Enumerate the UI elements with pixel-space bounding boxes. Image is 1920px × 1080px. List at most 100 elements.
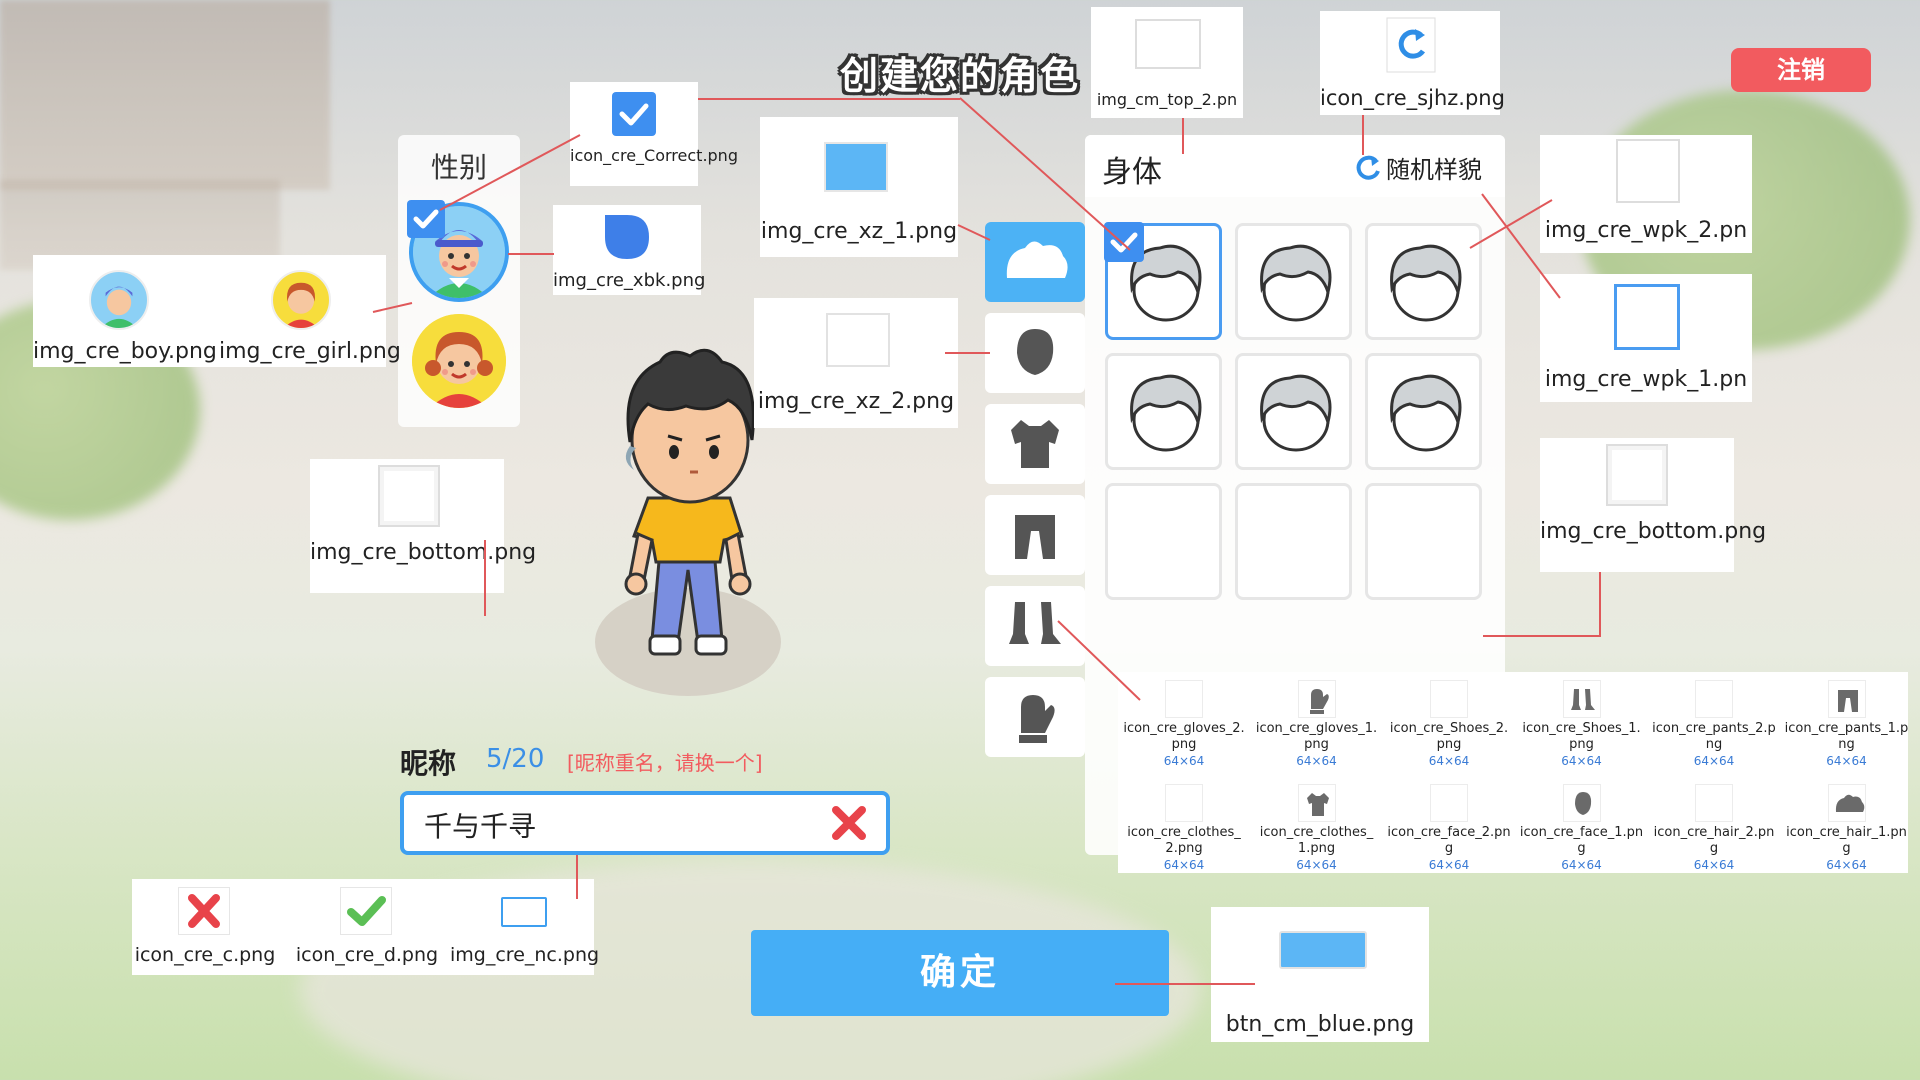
annotation-line	[484, 540, 486, 616]
hair-option-5[interactable]	[1235, 353, 1352, 470]
background-building	[0, 0, 330, 190]
annotation-line	[698, 98, 960, 100]
tab-face[interactable]	[985, 313, 1085, 393]
input-frame-icon	[501, 897, 547, 927]
icon-asset-item: icon_cre_hair_1.png 64×64	[1781, 784, 1913, 873]
annotation-line	[576, 855, 578, 899]
tab-pants[interactable]	[985, 495, 1085, 575]
annotation-card: icon_cre_c.png icon_cre_d.png img_cre_nc…	[132, 879, 600, 975]
girl-avatar-icon	[412, 314, 506, 408]
icon-asset-item: icon_cre_Shoes_1.png 64×64	[1516, 680, 1648, 769]
hair-option-3[interactable]	[1365, 223, 1482, 340]
annotation-filename: btn_cm_blue.png	[1225, 1012, 1415, 1037]
annotation-filename: img_cm_top_2.pn	[1096, 90, 1238, 109]
annotation-card: img_cre_bottom.png	[1540, 438, 1766, 572]
hair-option-4[interactable]	[1105, 353, 1222, 470]
clothes-icon	[1011, 420, 1059, 468]
annotation-line	[1362, 115, 1364, 155]
annotation-line	[1182, 118, 1184, 154]
selected-frame-icon	[1614, 284, 1680, 350]
confirm-button[interactable]: 确定	[751, 930, 1169, 1016]
annotation-card: img_cre_xz_2.png	[754, 298, 958, 428]
tab-gloves[interactable]	[985, 677, 1085, 757]
tab-shoes[interactable]	[985, 586, 1085, 666]
icon-asset-filename: icon_cre_gloves_1.png	[1255, 721, 1378, 752]
shoes-icon	[1009, 602, 1061, 644]
boy-avatar-icon	[89, 270, 149, 330]
icon-asset-size: 64×64	[1296, 858, 1337, 872]
icon-asset-item: icon_cre_clothes_1.png 64×64	[1251, 784, 1383, 873]
annotation-filename: img_cre_girl.png	[219, 339, 401, 364]
gloves-icon	[1297, 680, 1336, 718]
icon-asset-item: icon_cre_Shoes_2.png 64×64	[1383, 680, 1515, 769]
annotation-filename: icon_cre_d.png	[295, 944, 439, 966]
shoes-icon	[1562, 680, 1601, 718]
check-icon	[1110, 232, 1138, 253]
selected-check-badge	[1104, 222, 1144, 262]
pants-outline-icon	[1695, 680, 1733, 718]
hair-style-icon	[1390, 244, 1462, 322]
clothes-outline-icon	[1165, 784, 1203, 822]
icon-asset-filename: icon_cre_Shoes_1.png	[1522, 721, 1641, 752]
icon-asset-item: icon_cre_pants_1.png 64×64	[1781, 680, 1913, 769]
check-icon	[340, 887, 392, 935]
icon-asset-filename: icon_cre_clothes_1.png	[1259, 825, 1374, 856]
nickname-char-count: 5/20	[486, 744, 545, 774]
blob-shape-icon	[605, 215, 649, 259]
annotation-filename: img_cre_wpk_1.pn	[1544, 367, 1748, 392]
hair-icon	[1006, 241, 1068, 278]
button-background-icon	[1279, 931, 1367, 969]
tab-selected-background-icon	[824, 142, 888, 192]
face-outline-icon	[1430, 784, 1468, 822]
hair-option-empty[interactable]	[1365, 483, 1482, 600]
body-panel-title: 身体	[1102, 155, 1162, 190]
selected-check-badge	[407, 200, 445, 238]
icon-asset-size: 64×64	[1296, 754, 1337, 768]
annotation-filename: icon_cre_Correct.png	[570, 146, 738, 165]
icon-asset-filename: icon_cre_clothes_2.png	[1127, 825, 1241, 856]
image-placeholder-icon	[378, 465, 440, 527]
annotation-filename: img_cre_xbk.png	[553, 270, 706, 291]
annotation-filename: img_cre_wpk_2.pn	[1544, 218, 1748, 243]
random-look-label: 随机样貌	[1386, 156, 1482, 184]
refresh-icon	[1356, 155, 1380, 180]
annotation-filename: img_cre_nc.png	[450, 944, 600, 966]
icon-asset-size: 64×64	[1428, 858, 1470, 872]
tab-clothes[interactable]	[985, 404, 1085, 484]
check-icon	[612, 92, 656, 136]
hair-option-2[interactable]	[1235, 223, 1352, 340]
nickname-input-value: 千与千寻	[424, 810, 537, 843]
tab-hair[interactable]	[985, 222, 1085, 302]
hair-option-empty[interactable]	[1105, 483, 1222, 600]
icon-asset-item: icon_cre_gloves_2.png 64×64	[1118, 680, 1250, 769]
clothes-icon	[1297, 784, 1336, 822]
image-placeholder-icon	[826, 313, 890, 367]
icon-asset-item: icon_cre_hair_2.png 64×64	[1648, 784, 1780, 873]
logout-button[interactable]: 注销	[1731, 48, 1871, 92]
close-icon	[178, 887, 230, 935]
gender-girl-option[interactable]	[412, 314, 506, 408]
hair-style-icon	[1260, 244, 1332, 322]
icon-asset-filename: icon_cre_hair_1.png	[1786, 825, 1907, 856]
face-icon	[1017, 329, 1054, 375]
hair-style-icon	[1390, 374, 1462, 452]
annotation-card: img_cre_wpk_1.pn	[1540, 274, 1752, 402]
icon-asset-size: 64×64	[1428, 754, 1470, 768]
hair-style-icon	[1130, 374, 1202, 452]
hair-outline-icon	[1695, 784, 1733, 822]
icon-asset-size: 64×64	[1163, 858, 1205, 872]
nickname-duplicate-warning: [昵称重名，请换一个]	[567, 751, 763, 775]
icon-asset-filename: icon_cre_Shoes_2.png	[1389, 721, 1509, 752]
icon-asset-size: 64×64	[1163, 754, 1205, 768]
annotation-line	[1599, 572, 1601, 637]
icon-asset-filename: icon_cre_pants_2.png	[1652, 721, 1776, 752]
annotation-filename: img_cre_boy.png	[33, 339, 217, 364]
annotation-card: btn_cm_blue.png	[1211, 907, 1429, 1042]
girl-avatar-icon	[271, 270, 331, 330]
hair-option-empty[interactable]	[1235, 483, 1352, 600]
icon-asset-item: icon_cre_pants_2.png 64×64	[1648, 680, 1780, 769]
random-look-button[interactable]: 随机样貌	[1352, 150, 1512, 186]
icon-asset-size: 64×64	[1693, 858, 1735, 872]
hair-option-6[interactable]	[1365, 353, 1482, 470]
clear-nickname-button[interactable]	[829, 803, 869, 843]
